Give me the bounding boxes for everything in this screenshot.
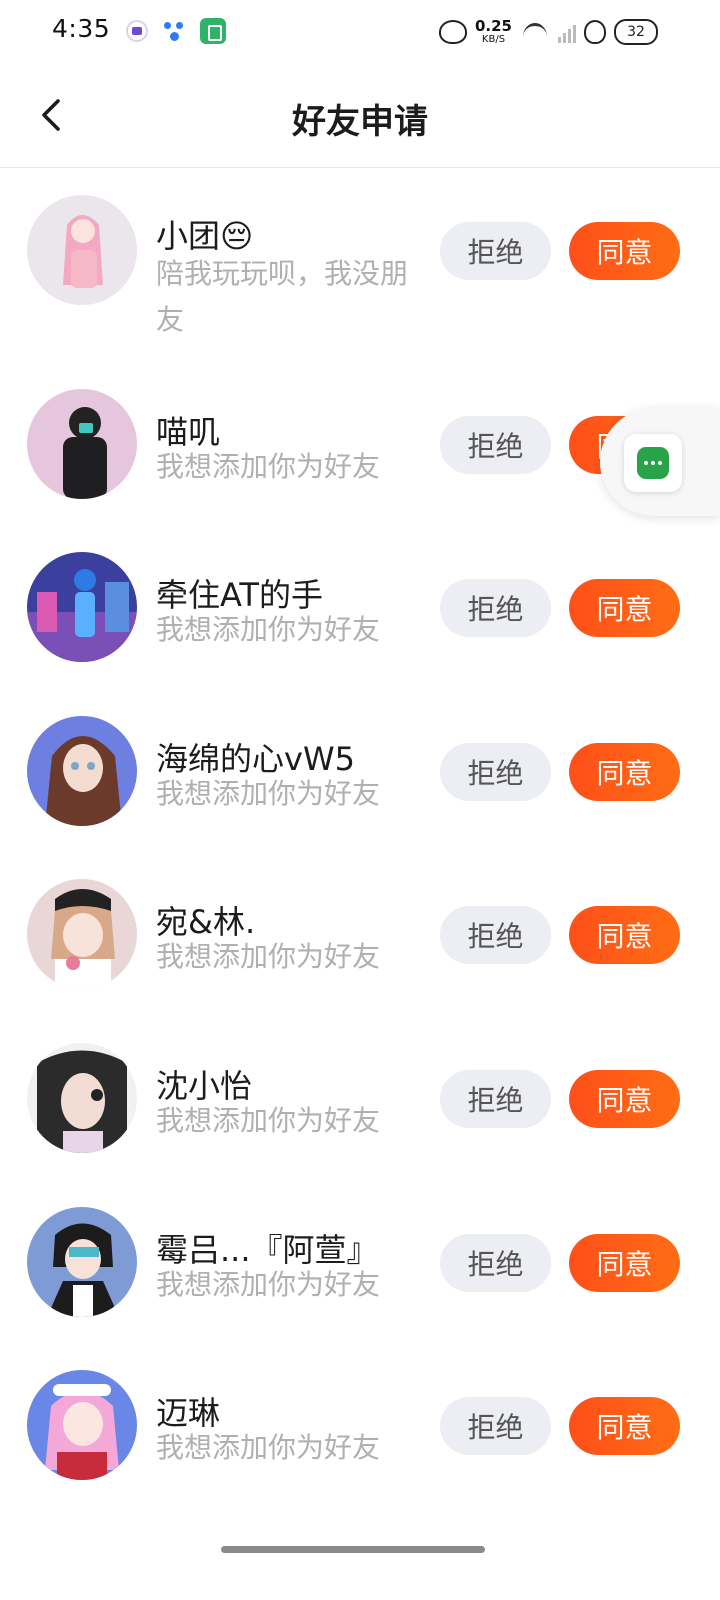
request-message: 我想添加你为好友 [156,777,381,810]
request-message: 我想添加你为好友 [156,1268,381,1301]
request-message: 陪我玩玩呗，我没朋友 [156,257,409,336]
network-speed: 0.25 KB/S [475,19,512,45]
request-message: 我想添加你为好友 [156,613,381,646]
accept-button[interactable]: 同意 [569,1397,680,1455]
reject-button[interactable]: 拒绝 [440,1070,551,1128]
cat-ears-icon [584,20,606,44]
request-message: 我想添加你为好友 [156,1431,381,1464]
home-indicator[interactable] [221,1546,485,1553]
avatar[interactable] [27,1370,137,1480]
status-bar: 4:35 0.25 KB/S 32 [0,0,720,62]
avatar[interactable] [27,1043,137,1153]
reject-button[interactable]: 拒绝 [440,1397,551,1455]
header: 好友申请 [0,62,720,168]
reject-button[interactable]: 拒绝 [440,906,551,964]
floating-chat-button[interactable] [624,434,682,492]
request-message: 我想添加你为好友 [156,450,381,483]
wifi-icon [520,20,550,44]
request-message: 我想添加你为好友 [156,940,381,973]
accept-button[interactable]: 同意 [569,1234,680,1292]
avatar[interactable] [27,1207,137,1317]
cat-face-icon [438,20,467,44]
signal-icon [558,21,576,43]
baidu-paw-icon [162,20,186,42]
floating-chat-widget[interactable] [600,408,720,516]
network-speed-unit: KB/S [481,34,506,45]
accept-button[interactable]: 同意 [569,579,680,637]
avatar[interactable] [27,879,137,989]
reject-button[interactable]: 拒绝 [440,743,551,801]
avatar[interactable] [27,552,137,662]
accept-button[interactable]: 同意 [569,1070,680,1128]
accept-button[interactable]: 同意 [569,222,680,280]
accept-button[interactable]: 同意 [569,906,680,964]
reject-button[interactable]: 拒绝 [440,579,551,637]
reject-button[interactable]: 拒绝 [440,416,551,474]
page-title: 好友申请 [292,102,428,142]
reject-button[interactable]: 拒绝 [440,222,551,280]
network-speed-value: 0.25 [474,17,512,35]
status-indicators: 0.25 KB/S 32 [438,14,658,50]
app-notification-icon [126,20,148,42]
shopping-bag-icon [200,18,226,44]
reject-button[interactable]: 拒绝 [440,1234,551,1292]
request-message: 我想添加你为好友 [156,1104,381,1137]
avatar[interactable] [27,716,137,826]
avatar[interactable] [27,389,137,499]
battery-icon: 32 [614,19,658,45]
status-time: 4:35 [52,14,111,43]
avatar[interactable] [27,195,137,305]
accept-button[interactable]: 同意 [569,743,680,801]
battery-level: 32 [627,24,645,40]
chat-bubble-icon [637,447,669,479]
